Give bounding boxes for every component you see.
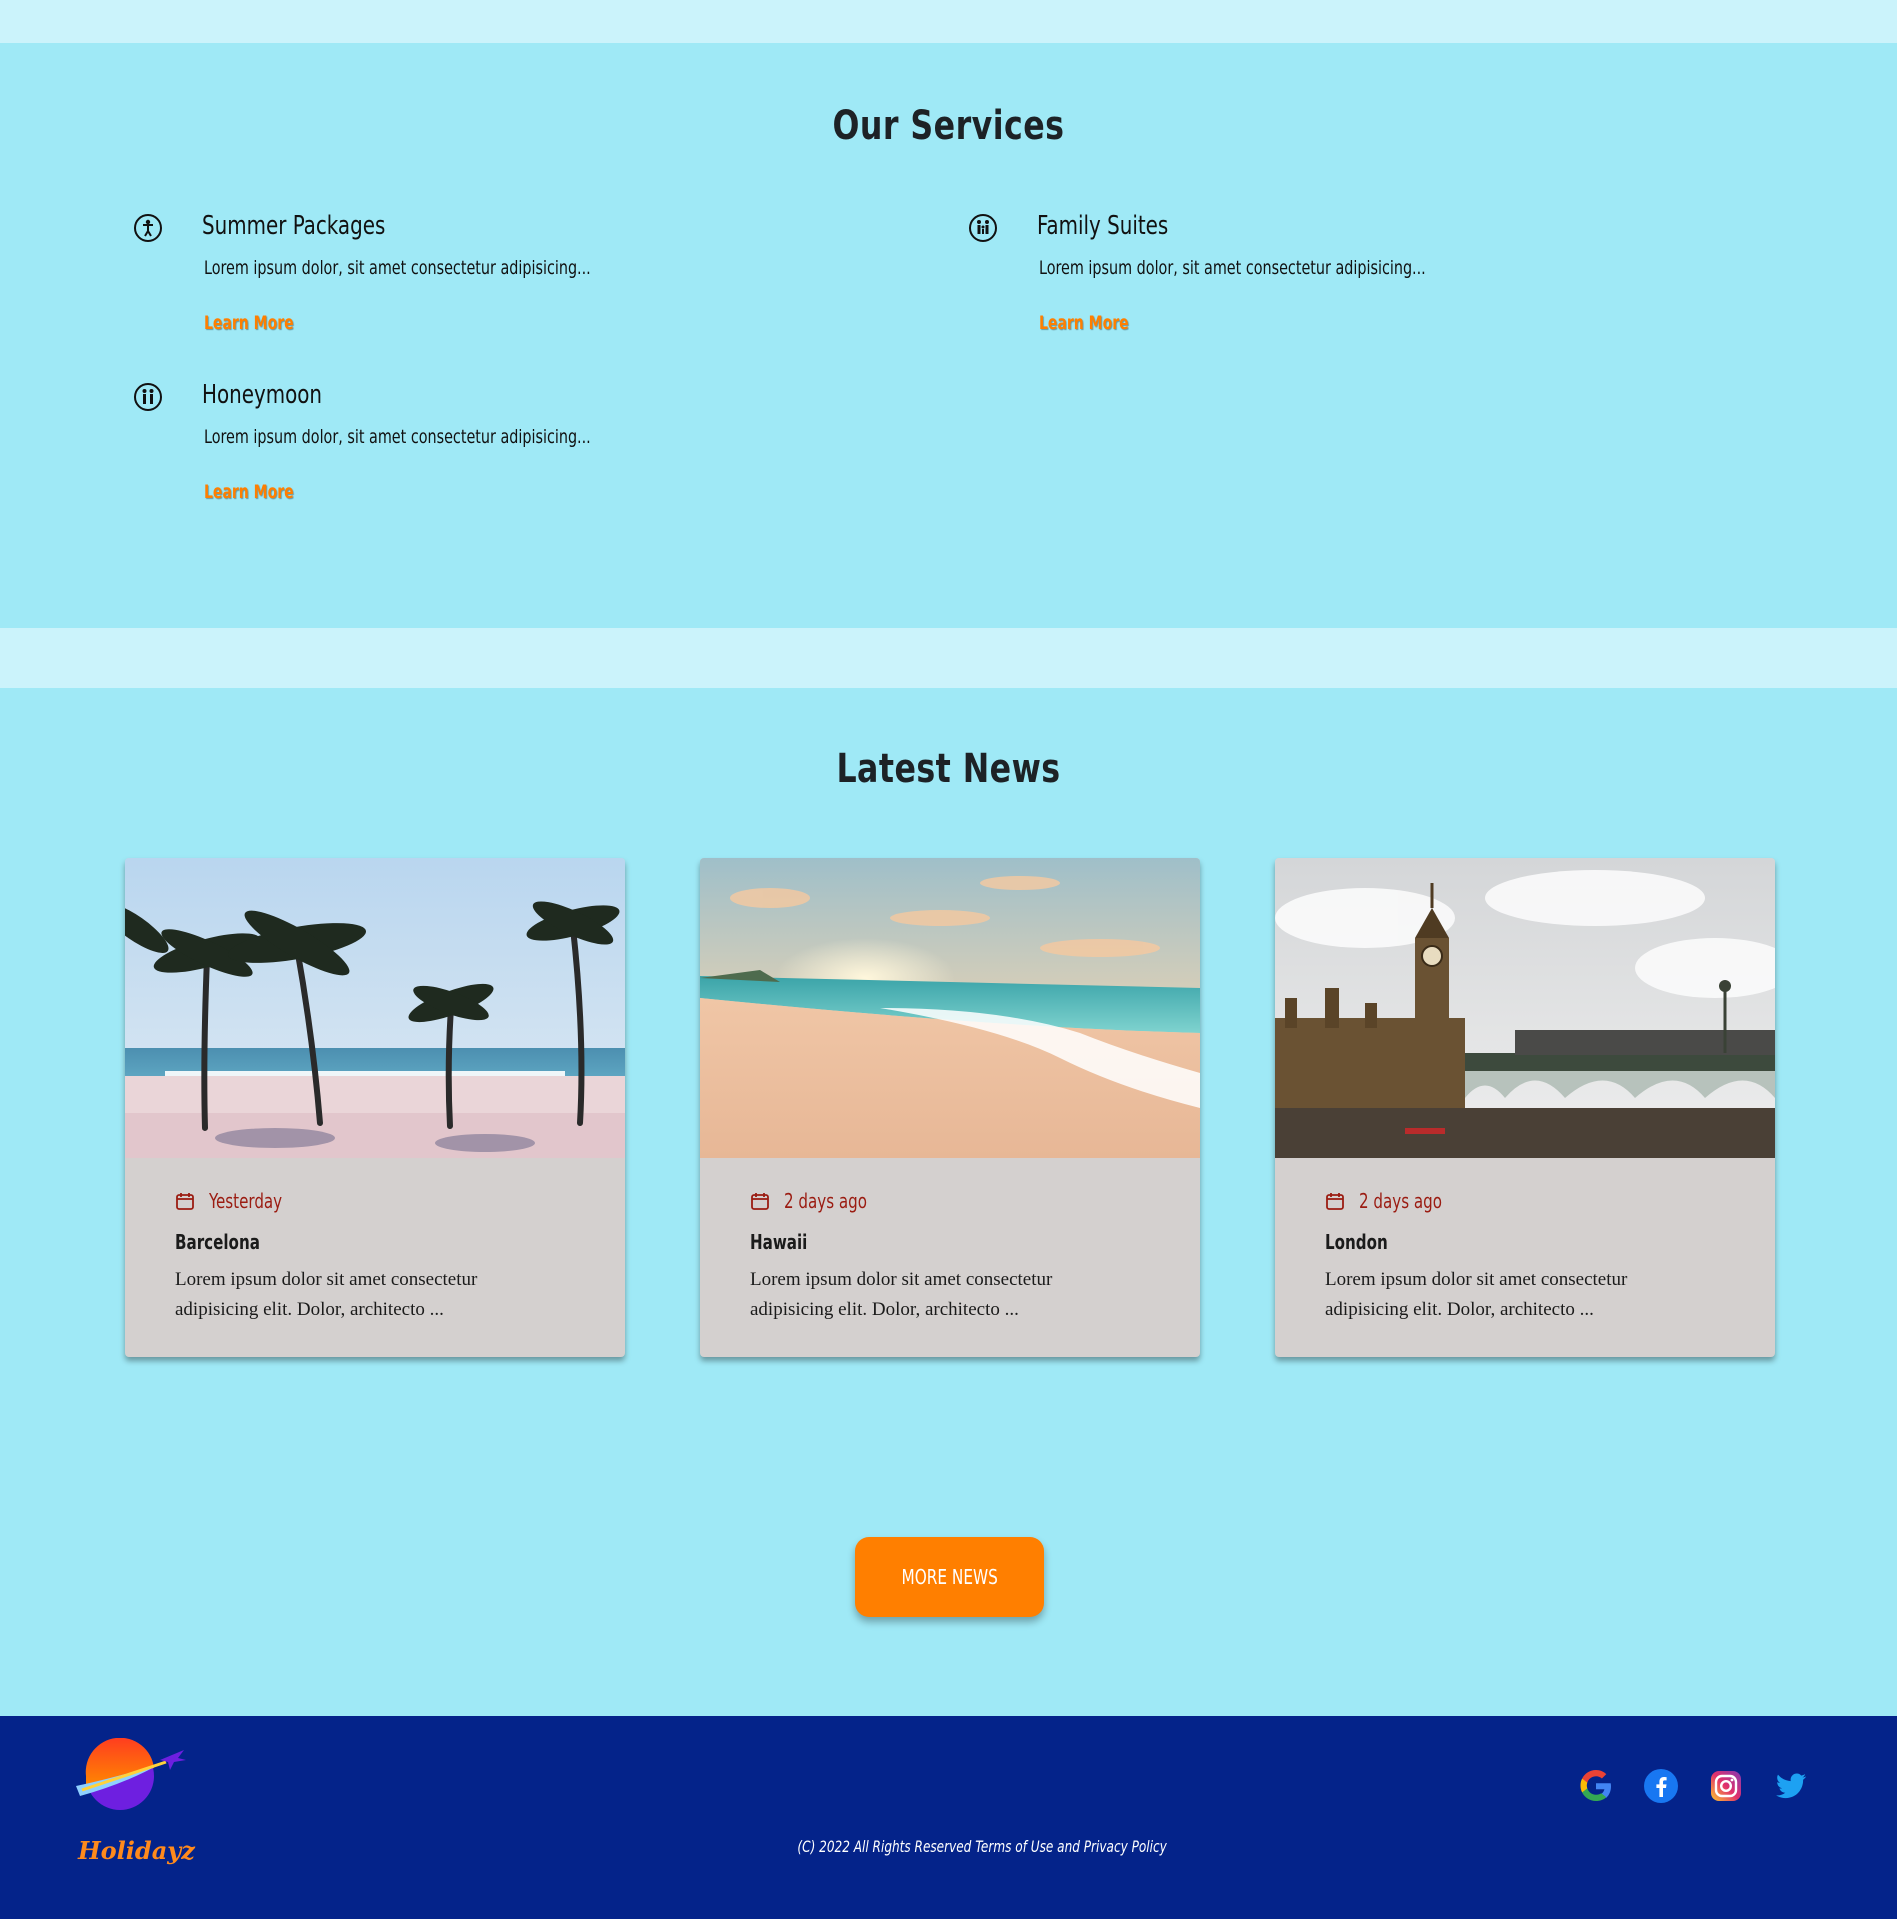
card-meta: 2 days ago (1325, 1188, 1458, 1214)
learn-more-link[interactable]: Learn More (204, 312, 294, 334)
footer: Holidayz (C) 2022 All Rights Reserved Te… (0, 1716, 1897, 1919)
service-title: Summer Packages (202, 211, 386, 241)
barcelona-image (125, 858, 625, 1158)
service-description: Lorem ipsum dolor, sit amet consectetur … (1039, 257, 1426, 279)
news-card-london[interactable]: 2 days ago London Lorem ipsum dolor sit … (1275, 858, 1775, 1357)
service-title: Honeymoon (202, 380, 323, 410)
card-title: London (1325, 1230, 1388, 1254)
holidayz-logo[interactable] (74, 1737, 186, 1814)
card-meta: 2 days ago (750, 1188, 883, 1214)
card-title: Hawaii (750, 1230, 808, 1254)
twitter-icon[interactable] (1773, 1768, 1809, 1804)
card-date: 2 days ago (784, 1189, 868, 1213)
card-title: Barcelona (175, 1230, 260, 1254)
service-description: Lorem ipsum dolor, sit amet consectetur … (204, 257, 591, 279)
news-card-hawaii[interactable]: 2 days ago Hawaii Lorem ipsum dolor sit … (700, 858, 1200, 1357)
news-section: Latest News Yesterday Barcelona Lorem ip… (0, 688, 1897, 1716)
news-heading: Latest News (836, 746, 1061, 792)
copyright-text: (C) 2022 All Rights Reserved Terms of Us… (797, 1837, 1167, 1856)
hawaii-image (700, 858, 1200, 1158)
couple-icon (134, 383, 162, 411)
calendar-icon (1325, 1191, 1345, 1211)
learn-more-link[interactable]: Learn More (204, 481, 294, 503)
news-card-barcelona[interactable]: Yesterday Barcelona Lorem ipsum dolor si… (125, 858, 625, 1357)
mid-divider-band (0, 628, 1897, 688)
more-news-button[interactable]: MORE NEWS (855, 1537, 1044, 1617)
family-icon (969, 214, 997, 242)
card-meta: Yesterday (175, 1188, 296, 1214)
card-excerpt: Lorem ipsum dolor sit amet consectetur a… (1325, 1269, 1628, 1320)
person-icon (134, 214, 162, 242)
services-section: Our Services Summer Packages Lorem ipsum… (0, 43, 1897, 628)
service-title: Family Suites (1037, 211, 1169, 241)
more-news-label: MORE NEWS (901, 1565, 998, 1589)
service-description: Lorem ipsum dolor, sit amet consectetur … (204, 426, 591, 448)
card-date: Yesterday (209, 1189, 283, 1213)
calendar-icon (175, 1191, 195, 1211)
calendar-icon (750, 1191, 770, 1211)
card-excerpt: Lorem ipsum dolor sit amet consectetur a… (750, 1269, 1053, 1320)
facebook-icon[interactable] (1643, 1768, 1679, 1804)
london-image (1275, 858, 1775, 1158)
instagram-icon[interactable] (1708, 1768, 1744, 1804)
learn-more-link[interactable]: Learn More (1039, 312, 1129, 334)
card-date: 2 days ago (1359, 1189, 1443, 1213)
services-heading: Our Services (832, 103, 1065, 149)
card-excerpt: Lorem ipsum dolor sit amet consectetur a… (175, 1269, 478, 1320)
top-divider-band (0, 0, 1897, 43)
google-icon[interactable] (1578, 1768, 1614, 1804)
